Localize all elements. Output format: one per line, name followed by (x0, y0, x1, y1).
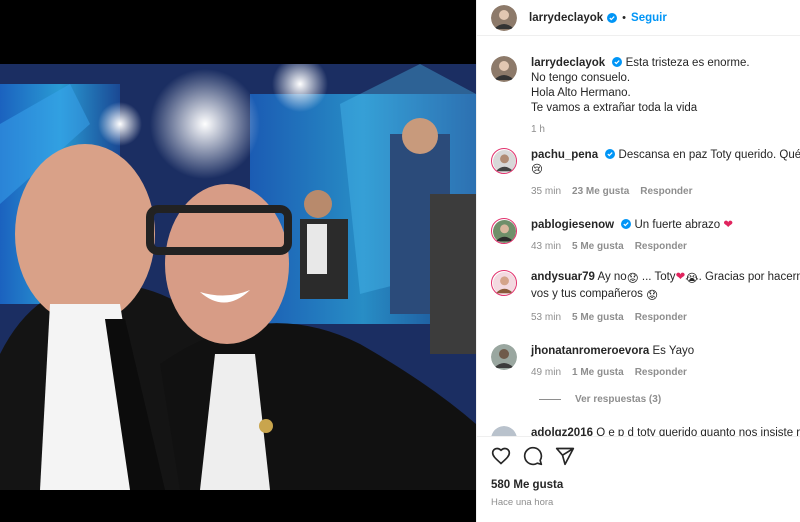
post-media-panel (0, 0, 476, 522)
view-replies-button[interactable]: Ver respuestas (3) (539, 394, 661, 405)
reply-button[interactable]: Responder (635, 241, 687, 252)
commenter-avatar[interactable] (491, 218, 517, 244)
comment-time[interactable]: 49 min (531, 367, 561, 378)
commenter-avatar[interactable] (491, 344, 517, 370)
comment-time[interactable]: 53 min (531, 312, 561, 323)
comment-item: andysuar79 Ay no😟 ... Toty❤😭. Gracias po… (491, 270, 800, 323)
post-sidebar: larrydeclayok • Seguir larrydeclayok Est… (476, 0, 800, 522)
comment-icon[interactable] (523, 446, 543, 466)
post-actions: 580 Me gusta Hace una hora (477, 436, 800, 522)
comment-username[interactable]: jhonatanromeroevora (531, 345, 649, 357)
comment-text: Es Yayo (652, 345, 695, 357)
heart-emoji: ❤ (723, 219, 733, 231)
commenter-avatar[interactable] (491, 426, 517, 436)
sad-face-icon: 😟 (626, 273, 639, 285)
comment-text: ... Toty (638, 271, 676, 283)
replies-divider (539, 399, 561, 400)
share-icon[interactable] (555, 446, 575, 466)
caption-username[interactable]: larrydeclayok (531, 57, 605, 69)
reply-button[interactable]: Responder (640, 186, 692, 197)
reply-button[interactable]: Responder (635, 312, 687, 323)
comment-time[interactable]: 43 min (531, 241, 561, 252)
caption-line: Te vamos a extrañar toda la vida (531, 102, 698, 114)
post-timestamp: Hace una hora (491, 497, 554, 508)
verified-badge-icon (607, 12, 618, 23)
broken-heart-icon: ❤ (675, 271, 686, 283)
comment-username[interactable]: adolgz2016 (531, 427, 593, 436)
author-avatar[interactable] (491, 56, 517, 82)
comment-likes[interactable]: 1 Me gusta (572, 367, 624, 378)
caption-row: larrydeclayok Esta tristeza es enorme. N… (491, 56, 800, 135)
comment-text: Ay no (597, 271, 627, 283)
author-avatar[interactable] (491, 4, 517, 31)
reply-button[interactable]: Responder (635, 367, 687, 378)
comment-likes[interactable]: 5 Me gusta (572, 241, 624, 252)
sad-face-icon: 😟 (646, 290, 659, 302)
caption-line: Esta tristeza es enorme. (625, 57, 750, 69)
comment-text: . Gracias por hacern (698, 271, 800, 283)
comment-time[interactable]: 35 min (531, 186, 561, 197)
separator-dot: • (622, 11, 627, 24)
comment-username[interactable]: andysuar79 (531, 271, 595, 283)
comment-likes[interactable]: 23 Me gusta (572, 186, 629, 197)
comment-text-emoji: 😢 (531, 164, 543, 176)
post-photo[interactable] (0, 64, 476, 490)
comment-text: Un fuerte abrazo (634, 219, 721, 231)
comment-item: pachu_pena Descansa en paz Toty querido.… (491, 148, 800, 197)
crying-face-icon: 😭 (685, 273, 699, 285)
comment-likes[interactable]: 5 Me gusta (572, 312, 624, 323)
comment-username[interactable]: pachu_pena (531, 149, 598, 161)
post-header: larrydeclayok • Seguir (477, 0, 800, 36)
comment-text: Descansa en paz Toty querido. Qué tri (618, 149, 800, 161)
likes-count[interactable]: 580 Me gusta (491, 479, 563, 491)
comment-text: vos y tus compañeros (531, 288, 643, 300)
comment-username[interactable]: pablogiesenow (531, 219, 614, 231)
caption-line: Hola Alto Hermano. (531, 87, 631, 99)
verified-badge-icon (612, 57, 623, 67)
heart-icon[interactable] (491, 446, 511, 466)
caption-line: No tengo consuelo. (531, 72, 631, 84)
comment-item: jhonatanromeroevora Es Yayo 49 min 1 Me … (491, 344, 800, 378)
follow-button[interactable]: Seguir (631, 12, 667, 24)
comments-list[interactable]: larrydeclayok Esta tristeza es enorme. N… (477, 44, 800, 436)
commenter-avatar[interactable] (491, 270, 517, 296)
verified-badge-icon (621, 219, 632, 229)
comment-text: Q e p d toty querido quanto nos insiste … (596, 427, 800, 436)
verified-badge-icon (605, 149, 616, 159)
comment-item: adolgz2016 Q e p d toty querido quanto n… (491, 426, 800, 436)
comment-item: pablogiesenow Un fuerte abrazo ❤ 43 min … (491, 218, 800, 252)
view-replies-label: Ver respuestas (3) (575, 394, 662, 405)
commenter-avatar[interactable] (491, 148, 517, 174)
author-username[interactable]: larrydeclayok (529, 12, 603, 24)
caption-time[interactable]: 1 h (531, 124, 545, 135)
